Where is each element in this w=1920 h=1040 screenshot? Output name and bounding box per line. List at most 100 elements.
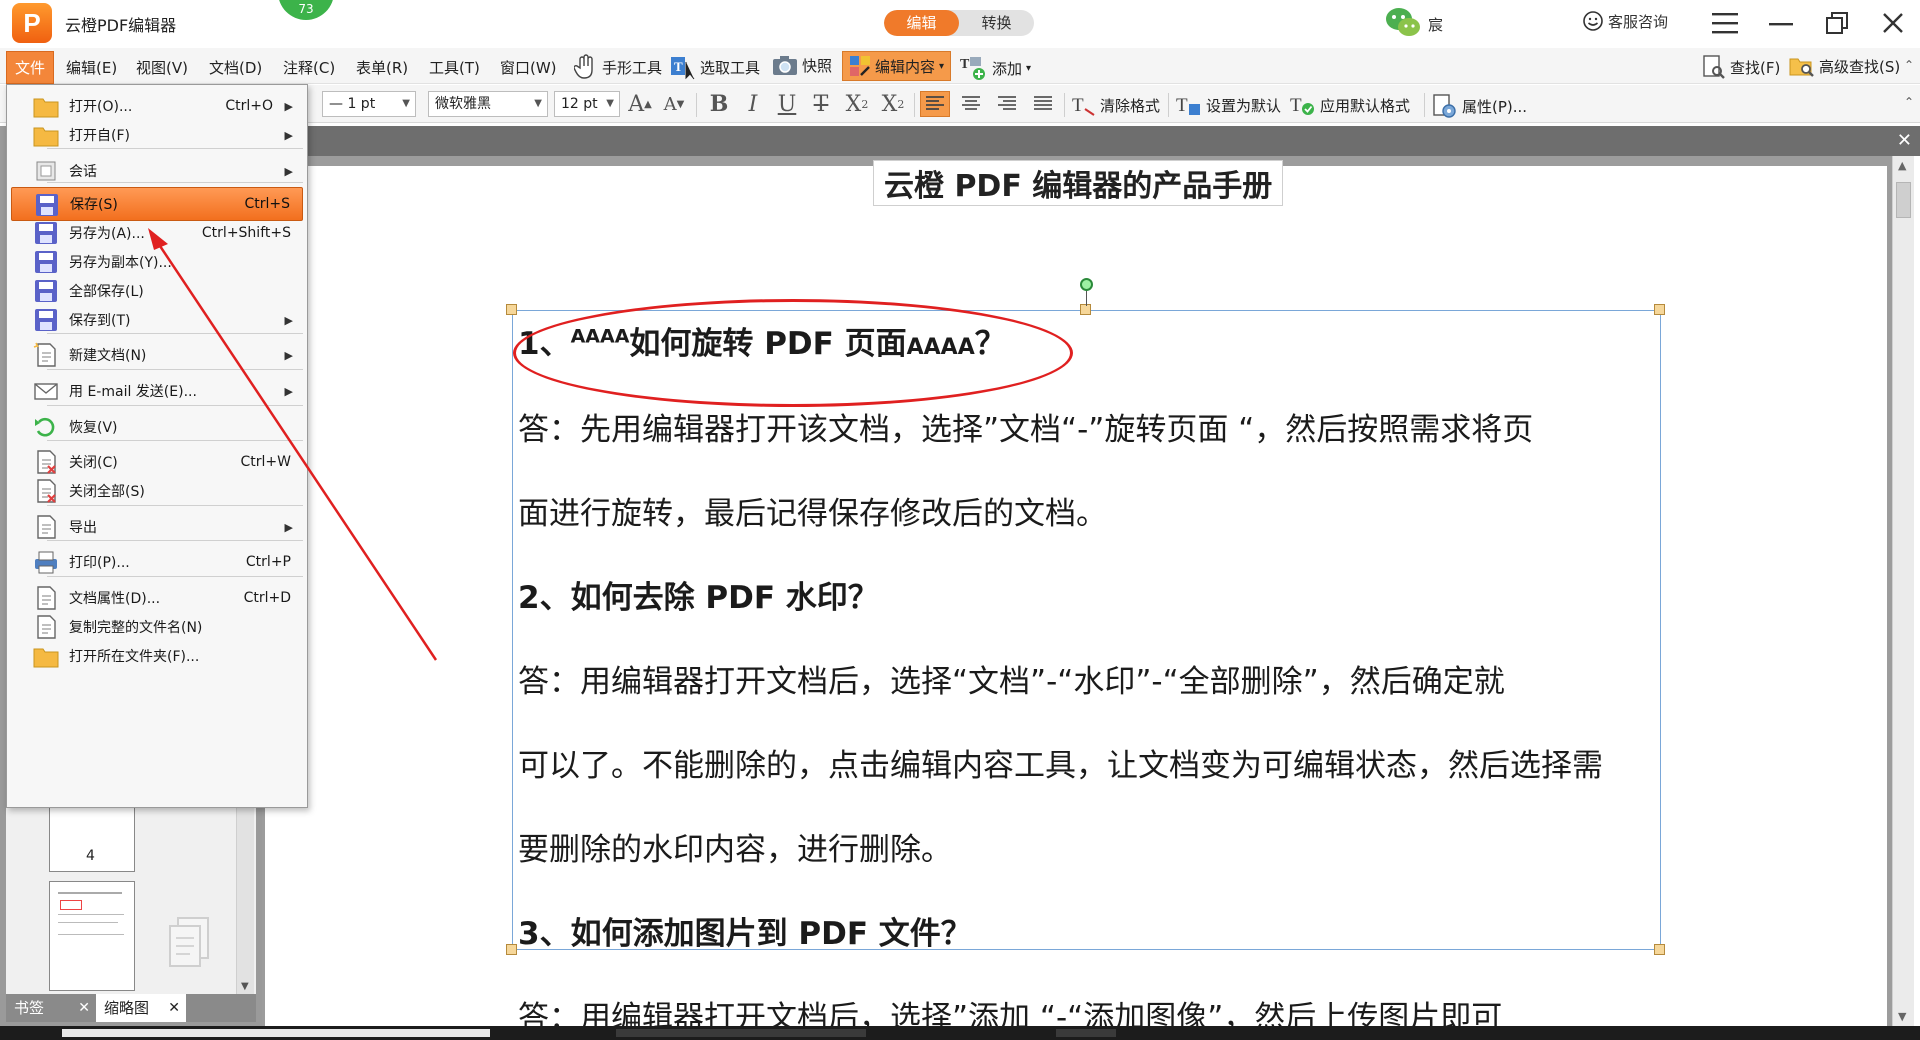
text-select-icon: T: [671, 57, 695, 80]
scroll-down-icon[interactable]: ▼: [241, 981, 249, 992]
file-menu-item[interactable]: 打开所在文件夹(F)...: [11, 639, 303, 673]
increase-font-size-icon[interactable]: A ▲: [626, 91, 654, 117]
file-menu-item[interactable]: 关闭全部(S): [11, 474, 303, 508]
document-scrollbar[interactable]: ▲ ▼: [1892, 156, 1914, 1026]
font-family-select[interactable]: 微软雅黑 ▼: [428, 91, 548, 117]
menu-tools[interactable]: 工具(T): [423, 55, 486, 80]
file-menu-item[interactable]: 打印(P)... Ctrl+P: [11, 545, 303, 579]
apply-default-icon: T: [1290, 95, 1314, 116]
resize-handle[interactable]: [506, 304, 517, 315]
resize-handle[interactable]: [506, 944, 517, 955]
add-button[interactable]: T 添加 ▾: [960, 54, 1031, 82]
properties-button[interactable]: 属性(P)...: [1432, 93, 1527, 119]
align-center-icon[interactable]: [956, 91, 986, 117]
scroll-down-icon[interactable]: ▼: [1898, 1010, 1906, 1023]
scroll-thumb[interactable]: [1896, 182, 1911, 218]
save-all-icon: [35, 280, 57, 302]
decrease-font-size-icon[interactable]: A ▼: [660, 91, 688, 117]
page-thumbnail[interactable]: [49, 881, 135, 991]
collapse-format-toolbar-icon[interactable]: ⌃: [1904, 95, 1914, 109]
strikethrough-icon[interactable]: T: [808, 91, 834, 117]
tab-bookmarks[interactable]: 书签 ✕: [6, 994, 96, 1022]
menu-edit[interactable]: 编辑(E): [60, 55, 123, 80]
save-to-icon: [35, 309, 57, 331]
close-icon[interactable]: ✕: [168, 994, 180, 1022]
edit-content-icon: [850, 56, 870, 76]
restore-window-icon[interactable]: [1820, 6, 1854, 40]
folder-globe-icon: [33, 127, 59, 147]
window-controls: [1708, 6, 1910, 40]
file-menu-item[interactable]: 恢复(V): [11, 410, 303, 444]
close-window-icon[interactable]: [1876, 6, 1910, 40]
snapshot-button[interactable]: 快照: [772, 54, 832, 76]
menu-file[interactable]: 文件: [6, 51, 55, 84]
answer-2-line-1[interactable]: 答：用编辑器打开文档后，选择“文档”-“水印”-“全部删除”，然后确定就: [518, 656, 1505, 701]
user-name[interactable]: 宸: [1428, 14, 1443, 35]
superscript-icon[interactable]: X2: [878, 91, 908, 117]
file-menu-item-shortcut: Ctrl+W: [240, 454, 291, 470]
underline-icon[interactable]: U: [774, 91, 800, 117]
file-menu-item[interactable]: 导出 ▶: [11, 510, 303, 544]
justify-icon[interactable]: [1028, 91, 1058, 117]
notification-badge[interactable]: 73: [278, 0, 334, 20]
answer-1-line-1[interactable]: 答：先用编辑器打开该文档，选择”文档“-”旋转页面 “，然后按照需求将页: [518, 404, 1533, 449]
line-width-select[interactable]: — 1 pt ▼: [322, 91, 416, 117]
clear-format-button[interactable]: T 清除格式: [1072, 93, 1160, 117]
menu-document[interactable]: 文档(D): [203, 55, 268, 80]
set-default-button[interactable]: T 设置为默认: [1176, 93, 1281, 117]
pdf-page: 云橙 PDF 编辑器的产品手册 1、AAAA如何旋转 PDF 页面AAAA？ 答…: [265, 160, 1887, 1036]
dropdown-arrow-icon: ▾: [939, 60, 945, 72]
answer-2-line-3[interactable]: 要删除的水印内容，进行删除。: [518, 824, 952, 869]
scroll-up-icon[interactable]: ▲: [1898, 159, 1906, 172]
menu-window[interactable]: 窗口(W): [494, 55, 563, 80]
align-left-icon[interactable]: [920, 91, 950, 117]
answer-1-line-2[interactable]: 面进行旋转，最后记得保存修改后的文档。: [518, 488, 1107, 533]
apply-default-button[interactable]: T 应用默认格式: [1290, 93, 1410, 117]
rotate-handle[interactable]: [1080, 278, 1093, 291]
select-tool-button[interactable]: T 选取工具: [670, 54, 760, 80]
minimize-icon[interactable]: [1764, 6, 1798, 40]
file-menu-item[interactable]: 保存到(T) ▶: [11, 303, 303, 337]
line-width-value: — 1 pt: [329, 96, 376, 112]
document-heading[interactable]: 云橙 PDF 编辑器的产品手册: [873, 160, 1284, 206]
tab-edit[interactable]: 编辑: [884, 10, 959, 36]
edit-content-button[interactable]: 编辑内容 ▾: [842, 51, 952, 81]
resize-handle[interactable]: [1654, 944, 1665, 955]
tab-thumbnails[interactable]: 缩略图 ✕: [96, 994, 186, 1022]
bold-icon[interactable]: B: [706, 91, 732, 117]
question-2[interactable]: 2、如何去除 PDF 水印？: [518, 572, 879, 617]
resize-handle[interactable]: [1654, 304, 1665, 315]
tab-convert[interactable]: 转换: [959, 10, 1034, 36]
wechat-icon[interactable]: [1384, 4, 1422, 40]
subscript-icon[interactable]: X2: [842, 91, 872, 117]
italic-icon[interactable]: I: [740, 91, 766, 117]
close-document-tab-icon[interactable]: ✕: [1897, 130, 1912, 151]
answer-2-line-2[interactable]: 可以了。不能删除的，点击编辑内容工具，让文档变为可编辑状态，然后选择需: [518, 740, 1603, 785]
svg-text:T: T: [1176, 95, 1188, 116]
close-icon[interactable]: ✕: [78, 994, 90, 1022]
file-menu-item[interactable]: 新建文档(N) ▶: [11, 338, 303, 372]
svg-text:T: T: [1290, 95, 1302, 116]
taskbar-item[interactable]: [616, 1029, 866, 1037]
menu-comment[interactable]: 注释(C): [277, 55, 341, 80]
submenu-arrow-icon: ▶: [284, 348, 293, 362]
file-menu-item[interactable]: 用 E-mail 发送(E)... ▶: [11, 374, 303, 408]
file-menu-item[interactable]: 会话 ▶: [11, 154, 303, 188]
font-size-select[interactable]: 12 pt ▼: [554, 91, 620, 117]
taskbar-item[interactable]: [62, 1029, 490, 1037]
hand-tool-button[interactable]: 手形工具: [574, 54, 662, 80]
taskbar-item[interactable]: [1056, 1029, 1116, 1037]
menu-view[interactable]: 视图(V): [130, 55, 194, 80]
menu-icon[interactable]: [1708, 6, 1742, 40]
divider: [1064, 93, 1065, 117]
clear-format-label: 清除格式: [1100, 96, 1161, 115]
support-button[interactable]: 客服咨询: [1582, 10, 1668, 32]
question-3[interactable]: 3、如何添加图片到 PDF 文件？: [518, 908, 972, 953]
file-menu-item[interactable]: 打开自(F) ▶: [11, 118, 303, 152]
menu-form[interactable]: 表单(R): [350, 55, 414, 80]
align-right-icon[interactable]: [992, 91, 1022, 117]
file-menu-item-label: 另存为副本(Y)...: [69, 255, 172, 271]
collapse-toolbar-icon[interactable]: ⌃: [1904, 58, 1914, 72]
find-button[interactable]: 查找(F): [1702, 54, 1780, 80]
advanced-find-button[interactable]: 高级查找(S): [1789, 54, 1900, 78]
